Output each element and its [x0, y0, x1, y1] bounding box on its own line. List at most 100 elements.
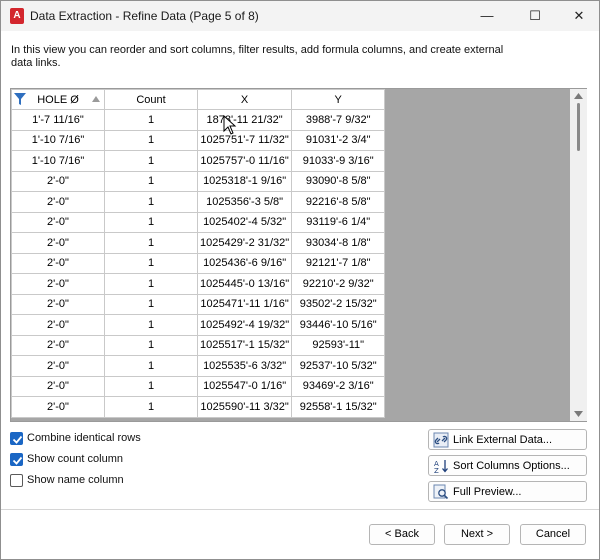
table-cell-count[interactable]: 1 — [104, 109, 198, 131]
table-cell-y[interactable]: 92210'-2 9/32" — [291, 273, 386, 295]
table-row[interactable]: 2'-0" 1 1025429'-2 31/32" 93034'-8 1/8" — [11, 232, 386, 254]
title-bar[interactable]: A Data Extraction - Refine Data (Page 5 … — [1, 1, 599, 31]
table-cell-x[interactable]: 1025436'-6 9/16" — [196, 252, 293, 274]
table-cell-y[interactable]: 93469'-2 3/16" — [291, 375, 386, 397]
table-cell-y[interactable]: 91033'-9 3/16" — [291, 150, 386, 172]
table-row[interactable]: 2'-0" 1 1025492'-4 19/32" 93446'-10 5/16" — [11, 314, 386, 336]
table-cell-count[interactable]: 1 — [104, 191, 198, 213]
table-cell-y[interactable]: 3988'-7 9/32" — [291, 109, 386, 131]
table-cell-count[interactable]: 1 — [104, 355, 198, 377]
column-header-hole[interactable]: HOLE Ø — [11, 89, 105, 110]
table-cell-x[interactable]: 1025590'-11 3/32" — [196, 396, 293, 418]
table-cell-y[interactable]: 93034'-8 1/8" — [291, 232, 386, 254]
scroll-down-arrow-icon[interactable] — [574, 410, 583, 418]
table-cell-y[interactable]: 92558'-1 15/32" — [291, 396, 386, 418]
table-cell-hole[interactable]: 2'-0" — [11, 293, 105, 315]
table-cell-x[interactable]: 1025547'-0 1/16" — [196, 375, 293, 397]
filter-icon[interactable] — [14, 93, 26, 106]
link-external-data-button[interactable]: Link External Data... — [428, 429, 587, 450]
show-name-column-option[interactable]: Show name column — [10, 472, 124, 488]
table-cell-count[interactable]: 1 — [104, 211, 198, 233]
sort-columns-options-button[interactable]: A Z Sort Columns Options... — [428, 455, 587, 476]
table-cell-hole[interactable]: 2'-0" — [11, 232, 105, 254]
table-cell-hole[interactable]: 2'-0" — [11, 355, 105, 377]
table-cell-y[interactable]: 93119'-6 1/4" — [291, 211, 386, 233]
table-cell-count[interactable]: 1 — [104, 232, 198, 254]
table-row[interactable]: 2'-0" 1 1025535'-6 3/32" 92537'-10 5/32" — [11, 355, 386, 377]
table-row[interactable]: 2'-0" 1 1025402'-4 5/32" 93119'-6 1/4" — [11, 211, 386, 233]
table-cell-count[interactable]: 1 — [104, 273, 198, 295]
next-button[interactable]: Next > — [444, 524, 510, 545]
full-preview-button[interactable]: Full Preview... — [428, 481, 587, 502]
table-cell-x[interactable]: 1025492'-4 19/32" — [196, 314, 293, 336]
table-row[interactable]: 2'-0" 1 1025517'-1 15/32" 92593'-11" — [11, 334, 386, 356]
table-cell-hole[interactable]: 1'-10 7/16" — [11, 129, 105, 151]
back-button[interactable]: < Back — [369, 524, 435, 545]
table-cell-y[interactable]: 92121'-7 1/8" — [291, 252, 386, 274]
table-row[interactable]: 1'-10 7/16" 1 1025757'-0 11/16" 91033'-9 3/… — [11, 150, 386, 172]
table-row[interactable]: 2'-0" 1 1025436'-6 9/16" 92121'-7 1/8" — [11, 252, 386, 274]
table-cell-y[interactable]: 93090'-8 5/8" — [291, 170, 386, 192]
table-row[interactable]: 2'-0" 1 1025590'-11 3/32" 92558'-1 15/32" — [11, 396, 386, 418]
table-cell-y[interactable]: 93502'-2 15/32" — [291, 293, 386, 315]
combine-identical-rows-option[interactable]: Combine identical rows — [10, 430, 141, 446]
table-cell-count[interactable]: 1 — [104, 129, 198, 151]
table-cell-count[interactable]: 1 — [104, 170, 198, 192]
table-cell-count[interactable]: 1 — [104, 314, 198, 336]
table-cell-count[interactable]: 1 — [104, 396, 198, 418]
table-cell-hole[interactable]: 1'-7 11/16" — [11, 109, 105, 131]
table-row[interactable]: 2'-0" 1 1025445'-0 13/16" 92210'-2 9/32" — [11, 273, 386, 295]
table-cell-hole[interactable]: 2'-0" — [11, 211, 105, 233]
table-cell-x[interactable]: 1025535'-6 3/32" — [196, 355, 293, 377]
cancel-button[interactable]: Cancel — [520, 524, 586, 545]
table-cell-hole[interactable]: 2'-0" — [11, 273, 105, 295]
table-cell-x[interactable]: 1025402'-4 5/32" — [196, 211, 293, 233]
table-cell-hole[interactable]: 2'-0" — [11, 375, 105, 397]
table-row[interactable]: 2'-0" 1 1025471'-11 1/16" 93502'-2 15/32" — [11, 293, 386, 315]
column-header-count[interactable]: Count — [104, 89, 198, 110]
table-cell-x[interactable]: 1025429'-2 31/32" — [196, 232, 293, 254]
table-cell-hole[interactable]: 2'-0" — [11, 314, 105, 336]
table-row[interactable]: 2'-0" 1 1025547'-0 1/16" 93469'-2 3/16" — [11, 375, 386, 397]
table-cell-x[interactable]: 1025445'-0 13/16" — [196, 273, 293, 295]
table-row[interactable]: 1'-10 7/16" 1 1025751'-7 11/32" 91031'-2 3/… — [11, 129, 386, 151]
close-button[interactable]: ✕ — [557, 1, 600, 31]
table-cell-hole[interactable]: 2'-0" — [11, 252, 105, 274]
table-cell-x[interactable]: 1025318'-1 9/16" — [196, 170, 293, 192]
table-row[interactable]: 2'-0" 1 1025318'-1 9/16" 93090'-8 5/8" — [11, 170, 386, 192]
column-header-y[interactable]: Y — [291, 89, 386, 110]
show-count-column-checkbox[interactable] — [10, 452, 23, 466]
table-cell-x[interactable]: 1025751'-7 11/32" — [196, 129, 293, 151]
table-cell-hole[interactable]: 2'-0" — [11, 334, 105, 356]
table-row[interactable]: 2'-0" 1 1025356'-3 5/8" 92216'-8 5/8" — [11, 191, 386, 213]
table-cell-y[interactable]: 92216'-8 5/8" — [291, 191, 386, 213]
scroll-thumb[interactable] — [577, 103, 580, 151]
table-cell-hole[interactable]: 2'-0" — [11, 191, 105, 213]
table-cell-y[interactable]: 92537'-10 5/32" — [291, 355, 386, 377]
show-name-column-checkbox[interactable] — [10, 473, 23, 487]
table-cell-x[interactable]: 1025471'-11 1/16" — [196, 293, 293, 315]
table-cell-x[interactable]: 1025517'-1 15/32" — [196, 334, 293, 356]
table-cell-hole[interactable]: 1'-10 7/16" — [11, 150, 105, 172]
table-cell-count[interactable]: 1 — [104, 334, 198, 356]
scroll-up-arrow-icon[interactable] — [574, 92, 583, 100]
table-cell-hole[interactable]: 2'-0" — [11, 396, 105, 418]
table-cell-x[interactable]: 1025356'-3 5/8" — [196, 191, 293, 213]
minimize-button[interactable]: — — [465, 1, 509, 31]
table-cell-count[interactable]: 1 — [104, 375, 198, 397]
table-row[interactable]: 1'-7 11/16" 1 1878'-11 21/32" 3988'-7 9/32" — [11, 109, 386, 131]
table-cell-x[interactable]: 1878'-11 21/32" — [196, 109, 293, 131]
table-cell-y[interactable]: 91031'-2 3/4" — [291, 129, 386, 151]
table-cell-count[interactable]: 1 — [104, 252, 198, 274]
column-header-x[interactable]: X — [196, 89, 293, 110]
data-grid[interactable]: HOLE Ø Count X Y 1'-7 11/16" 1 1878'-11 21… — [10, 88, 587, 422]
show-count-column-option[interactable]: Show count column — [10, 451, 123, 467]
table-cell-x[interactable]: 1025757'-0 11/16" — [196, 150, 293, 172]
table-cell-y[interactable]: 93446'-10 5/16" — [291, 314, 386, 336]
vertical-scrollbar[interactable] — [570, 89, 587, 421]
table-cell-hole[interactable]: 2'-0" — [11, 170, 105, 192]
table-cell-count[interactable]: 1 — [104, 150, 198, 172]
combine-identical-rows-checkbox[interactable] — [10, 431, 23, 445]
maximize-button[interactable]: ☐ — [513, 1, 557, 31]
table-cell-count[interactable]: 1 — [104, 293, 198, 315]
